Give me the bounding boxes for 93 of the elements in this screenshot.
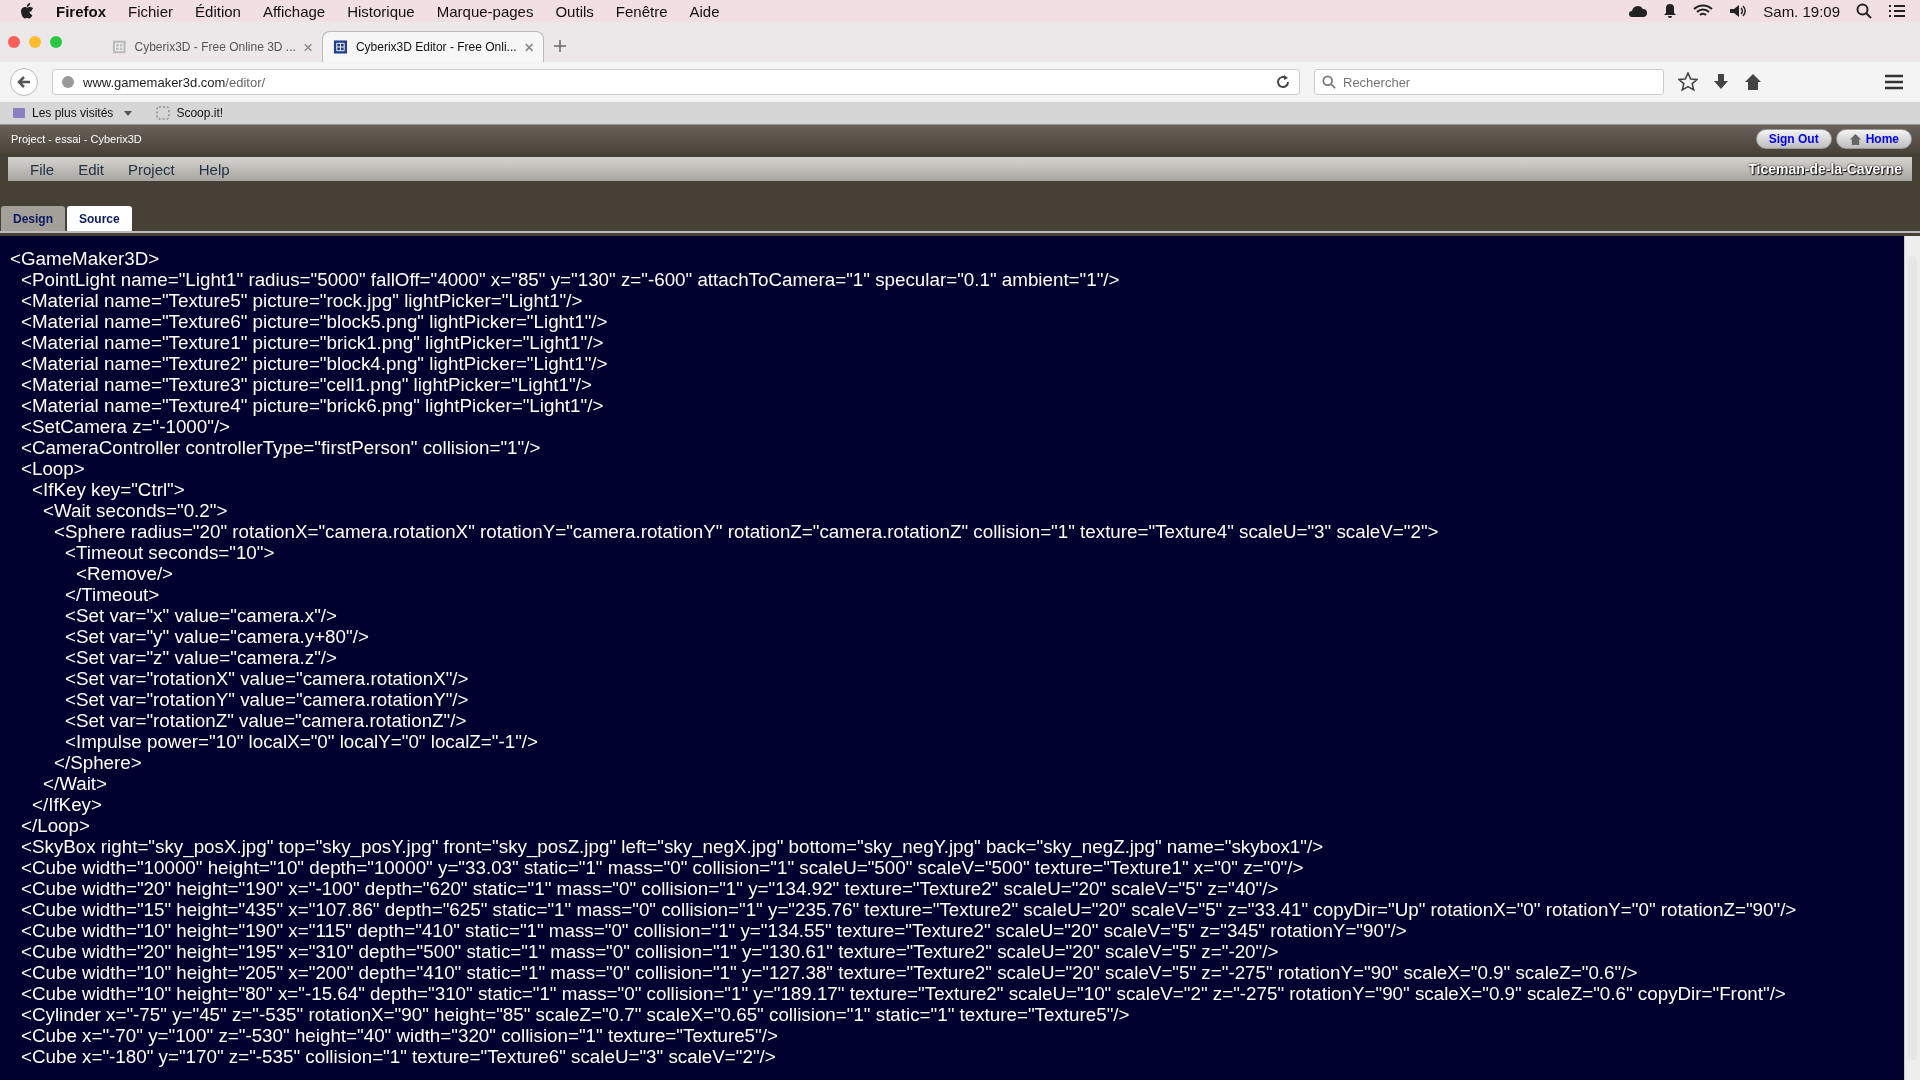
- code-line: </Loop>: [21, 815, 90, 836]
- search-icon: [1322, 75, 1336, 89]
- bell-icon[interactable]: [1663, 3, 1678, 19]
- folder-icon: [12, 106, 26, 120]
- browser-tab[interactable]: Cyberix3D - Free Online 3D ...: [102, 32, 322, 62]
- menu-item[interactable]: Affichage: [262, 2, 326, 20]
- apple-logo-icon[interactable]: [20, 3, 34, 19]
- menu-item[interactable]: Fichier: [128, 2, 174, 20]
- globe-icon: [61, 75, 75, 89]
- code-line: <Material name="Texture1" picture="brick1.png" lightPicker="Light1"/>: [21, 332, 604, 353]
- wifi-icon[interactable]: [1693, 4, 1714, 18]
- code-line: <CameraController controllerType="firstPerson" collision="1"/>: [21, 437, 541, 458]
- back-arrow-icon: [16, 74, 32, 90]
- bookmark-item[interactable]: Les plus visités: [32, 106, 114, 120]
- scrollbar[interactable]: [1904, 236, 1920, 1080]
- code-line: <Set var="rotationZ" value="camera.rotationZ"/>: [65, 710, 467, 731]
- user-name: Ticeman-de-la-Caverne: [1748, 161, 1902, 177]
- code-line: <Set var="rotationX" value="camera.rotationX"/>: [65, 668, 469, 689]
- code-line: <Set var="x" value="camera.x"/>: [65, 605, 337, 626]
- code-line: <Cylinder x="-75" y="45" z="-535" rotationX="90" height="85" scaleZ="0.7" scaleX="0.65" collision="1" static="1" texture="Texture5"/>: [21, 1004, 1130, 1025]
- code-line: <Material name="Texture6" picture="block5.png" lightPicker="Light1"/>: [21, 311, 608, 332]
- address-field[interactable]: www.gamemaker3d.com/editor/: [52, 69, 1300, 95]
- code-line: <Wait seconds="0.2">: [43, 500, 228, 521]
- code-line: <Cube width="10" height="80" x="-15.64" depth="310" static="1" mass="0" collision="1" y="189.17" texture="Texture2" scaleU="10" scaleV="2" z="-275" rotationY="90" scaleX="0.9" scaleZ="0.6" copyDir="Front"/>: [21, 983, 1786, 1004]
- cloud-icon[interactable]: [1627, 4, 1648, 18]
- editor-tab[interactable]: Design: [1, 206, 65, 231]
- close-icon[interactable]: [303, 42, 312, 52]
- code-line: <SetCamera z="-1000"/>: [21, 416, 231, 437]
- code-line: <Set var="z" value="camera.z"/>: [65, 647, 337, 668]
- search-icon[interactable]: [1856, 3, 1872, 19]
- app-menu[interactable]: Firefox: [56, 2, 106, 20]
- code-line: </Sphere>: [54, 752, 142, 773]
- search-field[interactable]: Rechercher: [1314, 69, 1664, 95]
- code-line: <SkyBox right="sky_posX.jpg" top="sky_posY.jpg" front="sky_posZ.jpg" left="sky_negX.jpg" bottom="sky_negY.jpg" back="sky_negZ.jpg" name="skybox1"/>: [21, 836, 1324, 857]
- code-line: <Cube width="20" height="195" x="310" depth="500" static="1" mass="0" collision="1" y="130.61" texture="Texture2" scaleU="20" scaleV="5" z="-20"/>: [21, 941, 1279, 962]
- star-icon[interactable]: [1678, 72, 1698, 92]
- code-line: <Cube x="-180" y="170" z="-535" collision="1" texture="Texture6" scaleU="3" scaleV="2"/>: [21, 1046, 776, 1067]
- code-line: <Cube width="10" height="205" x="200" depth="410" static="1" mass="0" collision="1" y="127.38" texture="Texture2" scaleU="20" scaleV="5" z="-275" rotationY="90" scaleX="0.9" scaleZ="0.6"/>: [21, 962, 1638, 983]
- caret-icon[interactable]: [124, 110, 133, 116]
- menu-item[interactable]: Help: [198, 160, 230, 178]
- dashed-square-icon: [156, 106, 171, 120]
- code-line: <Timeout seconds="10">: [65, 542, 275, 563]
- bookmark-item[interactable]: Scoop.it!: [176, 106, 224, 120]
- menu-item[interactable]: Historique: [347, 2, 415, 20]
- code-line: <Sphere radius="20" rotationX="camera.rotationX" rotationY="camera.rotationY" rotationZ="camera.rotationZ" collision="1" texture="Texture4" scaleU="3" scaleV="2">: [54, 521, 1439, 542]
- menu-item[interactable]: Édition: [195, 2, 241, 20]
- editor-tab[interactable]: Source: [67, 206, 132, 231]
- grid-icon: [112, 39, 127, 55]
- menu-item[interactable]: Edit: [78, 160, 105, 178]
- menu-item[interactable]: Marque-pages: [436, 2, 534, 20]
- menu-icon[interactable]: [1884, 74, 1904, 90]
- project-title: Project - essai - Cyberix3D: [11, 133, 142, 145]
- menu-item[interactable]: Fenêtre: [615, 2, 668, 20]
- code-line: <Remove/>: [76, 563, 174, 584]
- code-line: <Cube width="10000" height="10" depth="10000" y="33.03" static="1" mass="0" collision="1" scaleU="500" scaleV="500" texture="Texture1" x="0" z="0"/>: [21, 857, 1304, 878]
- speaker-icon[interactable]: [1729, 4, 1748, 18]
- menu-item[interactable]: Aide: [689, 2, 720, 20]
- code-line: <Cube width="15" height="435" x="107.86" depth="625" static="1" mass="0" collision="1" y="235.76" texture="Texture2" scaleU="20" scaleV="5" z="33.41" copyDir="Up" rotationX="0" rotationY="0" rotationZ="90"/>: [21, 899, 1797, 920]
- home-icon[interactable]: [1744, 73, 1762, 91]
- code-line: <Set var="y" value="camera.y+80"/>: [65, 626, 369, 647]
- grid-icon: [333, 39, 348, 55]
- list-icon[interactable]: [1888, 4, 1906, 18]
- close-window-button[interactable]: [8, 36, 20, 48]
- code-line: <GameMaker3D>: [10, 248, 160, 269]
- reload-icon[interactable]: [1275, 74, 1291, 90]
- code-line: <Cube x="-70" y="100" z="-530" height="40" width="320" collision="1" texture="Texture5"/>: [21, 1025, 778, 1046]
- menu-item[interactable]: File: [30, 160, 55, 178]
- browser-tab[interactable]: Cyberix3D Editor - Free Onli...: [322, 31, 544, 62]
- source-editor[interactable]: [0, 236, 1920, 1080]
- code-line: </IfKey>: [32, 794, 102, 815]
- code-line: <Material name="Texture4" picture="brick6.png" lightPicker="Light1"/>: [21, 395, 604, 416]
- code-line: <Set var="rotationY" value="camera.rotationY"/>: [65, 689, 469, 710]
- code-line: <Material name="Texture3" picture="cell1.png" lightPicker="Light1"/>: [21, 374, 592, 395]
- code-line: <IfKey key="Ctrl">: [32, 479, 185, 500]
- new-tab-icon[interactable]: [554, 40, 566, 52]
- menu-item[interactable]: Outils: [555, 2, 594, 20]
- code-line: <Loop>: [21, 458, 85, 479]
- code-line: <Cube width="10" height="190" x="115" depth="410" static="1" mass="0" collision="1" y="134.55" texture="Texture2" scaleU="20" scaleV="5" z="345" rotationY="90"/>: [21, 920, 1407, 941]
- code-line: <Material name="Texture2" picture="block4.png" lightPicker="Light1"/>: [21, 353, 608, 374]
- download-icon[interactable]: [1712, 73, 1730, 91]
- back-button[interactable]: [10, 68, 38, 96]
- home-icon: [1848, 132, 1862, 146]
- clock-text: Sam. 19:09: [1763, 2, 1840, 20]
- close-icon[interactable]: [524, 42, 533, 52]
- header-button[interactable]: Sign Out: [1755, 129, 1832, 149]
- code-line: </Timeout>: [65, 584, 160, 605]
- header-button[interactable]: Home: [1835, 129, 1912, 149]
- code-line: </Wait>: [43, 773, 108, 794]
- code-line: <Impulse power="10" localX="0" localY="0" localZ="-1"/>: [65, 731, 539, 752]
- code-line: <Material name="Texture5" picture="rock.jpg" lightPicker="Light1"/>: [21, 290, 583, 311]
- code-line: <Cube width="20" height="190" x="-100" depth="620" static="1" mass="0" collision="1" y="134.92" texture="Texture2" scaleU="20" scaleV="5" z="40"/>: [21, 878, 1279, 899]
- menu-item[interactable]: Project: [128, 160, 175, 178]
- code-line: <PointLight name="Light1" radius="5000" fallOff="4000" x="85" y="130" z="-600" attachToCamera="1" specular="0.1" ambient="1"/>: [21, 269, 1120, 290]
